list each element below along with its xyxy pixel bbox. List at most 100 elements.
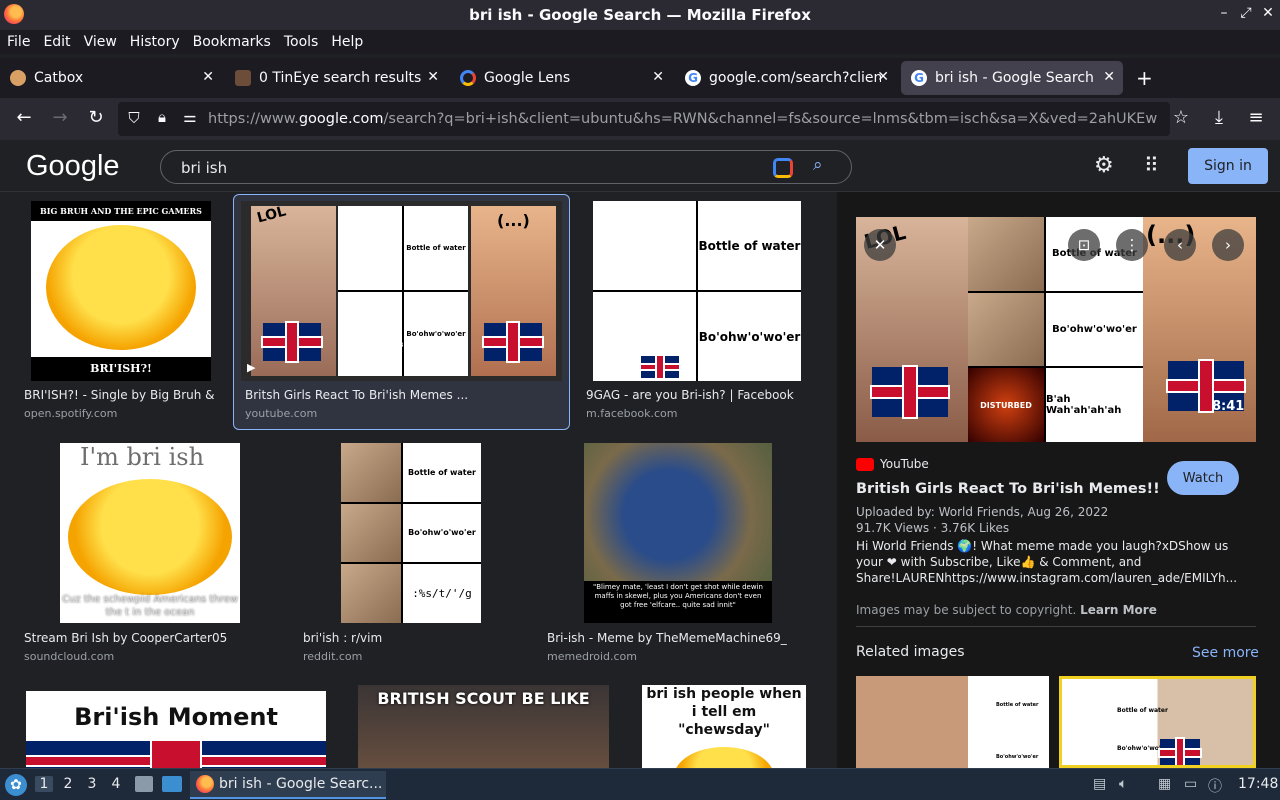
previous-icon[interactable]: ‹ (1164, 229, 1196, 261)
close-preview-icon[interactable]: ✕ (864, 229, 896, 261)
tab-label: Catbox (34, 70, 84, 86)
more-options-icon[interactable]: ⋮ (1116, 229, 1148, 261)
result-caption[interactable]: bri'ish : r/vim (303, 631, 483, 645)
settings-gear-icon[interactable]: ⚙ (1094, 153, 1114, 178)
menu-bookmarks[interactable]: Bookmarks (193, 34, 277, 50)
result-thumbnail[interactable]: Bottle of water Bo'ohw'o'wo'er LOL (...)… (241, 201, 562, 381)
workspace-4[interactable]: 4 (107, 776, 125, 792)
show-desktop-icon[interactable] (162, 776, 182, 792)
result-caption[interactable]: 9GAG - are you Bri-ish? | Facebook (586, 388, 816, 402)
tab-google-lens[interactable]: Google Lens ✕ (450, 61, 672, 95)
youtube-icon (856, 457, 874, 471)
menu-view[interactable]: View (84, 34, 123, 50)
workspace-2[interactable]: 2 (59, 776, 77, 792)
close-tab-icon[interactable]: ✕ (427, 69, 439, 85)
video-duration: 8:41 (1212, 399, 1245, 414)
menu-help[interactable]: Help (331, 34, 369, 50)
learn-more-link[interactable]: Learn More (1080, 603, 1157, 617)
network-icon[interactable]: ⓘ (1208, 776, 1222, 796)
source-name: YouTube (880, 457, 929, 471)
laughing-emoji-icon (674, 747, 774, 768)
see-more-link[interactable]: See more (1192, 645, 1259, 661)
tab-label: google.com/search?client= (709, 70, 881, 86)
result-thumbnail[interactable]: bri ish people when i tell em "chewsday" (642, 685, 806, 768)
google-logo[interactable]: Google (26, 150, 120, 183)
close-tab-icon[interactable]: ✕ (1103, 69, 1115, 85)
preview-image[interactable]: Bottle of water Bo'ohw'o'wo'er DISTURBED… (856, 217, 1256, 442)
union-jack-icon (872, 367, 948, 417)
lock-icon[interactable]: 🔒︎ (150, 108, 174, 126)
result-thumbnail[interactable]: Bri'ish Moment (26, 691, 326, 768)
file-manager-icon[interactable] (135, 776, 153, 792)
new-tab-button[interactable]: + (1136, 66, 1153, 90)
tray-menu-icon[interactable]: ▤ (1093, 776, 1106, 792)
display-icon[interactable]: ▭ (1184, 776, 1197, 792)
related-image[interactable]: Bottle of water Bo'ohw'o'wo'er (856, 676, 1049, 768)
taskbar-firefox-window[interactable]: bri ish - Google Searc... (190, 771, 386, 799)
restore-icon[interactable]: ⤢ (1236, 5, 1256, 21)
clipboard-icon[interactable]: ▦ (1158, 776, 1171, 792)
result-thumbnail[interactable]: BIG BRUH AND THE EPIC GAMERS BRI'ISH?! (31, 201, 211, 381)
source-row[interactable]: YouTube (856, 457, 929, 471)
permissions-icon[interactable]: ⚌ (178, 108, 202, 126)
lens-search-icon[interactable]: ⊡ (1068, 229, 1100, 261)
menu-tools[interactable]: Tools (284, 34, 325, 50)
tab-label: bri ish - Google Search (935, 70, 1094, 86)
shield-icon[interactable]: ⛉ (122, 109, 146, 127)
menu-file[interactable]: File (7, 34, 36, 50)
art-text: Cuz the schewpid Americans threw the t i… (62, 594, 238, 618)
next-icon[interactable]: › (1212, 229, 1244, 261)
minimize-icon[interactable]: – (1214, 5, 1234, 21)
meme-grid: Bottle of water Bo'ohw'o'wo'er (338, 206, 468, 376)
volume-icon[interactable]: 🔈︎ (1119, 776, 1127, 792)
video-stats: 91.7K Views · 3.76K Likes (856, 521, 1010, 535)
close-tab-icon[interactable]: ✕ (877, 69, 889, 85)
related-image[interactable]: Bottle of water Bo'ohw'o'wo'er (1059, 676, 1256, 768)
workspace-1[interactable]: 1 (35, 776, 53, 792)
sign-in-button[interactable]: Sign in (1188, 148, 1268, 184)
art-text: BRITISH SCOUT BE LIKE (377, 689, 590, 708)
close-window-icon[interactable]: ✕ (1258, 5, 1278, 21)
close-tab-icon[interactable]: ✕ (652, 69, 664, 85)
google-icon: G (911, 70, 927, 86)
search-input[interactable]: bri ish ⌕ (160, 150, 852, 184)
menu-edit[interactable]: Edit (43, 34, 76, 50)
result-caption[interactable]: Bri-ish - Meme by TheMemeMachine69_V.2 .… (547, 631, 787, 645)
reload-icon[interactable]: ↻ (84, 107, 108, 128)
url-bar[interactable]: ⛉ 🔒︎ ⚌ https://www.google.com/search?q=b… (118, 102, 1170, 136)
result-caption[interactable]: BRI'ISH?! - Single by Big Bruh & th... (24, 388, 218, 402)
back-icon[interactable]: ← (12, 107, 36, 128)
downloads-icon[interactable]: ⤓ (1207, 107, 1231, 128)
result-thumbnail[interactable]: Bottle of water Bo'ohw'o'wo'er :%s/t/'/g (341, 443, 481, 623)
tab-catbox[interactable]: Catbox ✕ (0, 61, 222, 95)
google-header: Google bri ish ⌕ ⚙ ⠿ Sign in (0, 140, 1280, 192)
video-title[interactable]: British Girls React To Bri'ish Memes!! (856, 481, 1160, 497)
search-icon[interactable]: ⌕ (813, 155, 823, 175)
result-thumbnail[interactable]: "Blimey mate, 'least I don't get shot wh… (584, 443, 772, 623)
result-caption[interactable]: Stream Bri Ish by CooperCarter05 ... (24, 631, 228, 645)
taskbar: ✿ 1 2 3 4 bri ish - Google Searc... ▤ 🔈︎… (0, 768, 1280, 800)
result-caption[interactable]: Britsh Girls React To Bri'ish Memes ... (245, 388, 561, 402)
tab-bri-ish-search[interactable]: G bri ish - Google Search ✕ (901, 61, 1123, 95)
result-source: reddit.com (303, 650, 363, 663)
workspace-3[interactable]: 3 (83, 776, 101, 792)
tab-bar: Catbox ✕ 0 TinEye search results ✕ Googl… (0, 58, 1280, 98)
close-tab-icon[interactable]: ✕ (202, 69, 214, 85)
result-thumbnail[interactable]: I'm bri ish Cuz the schewpid Americans t… (60, 443, 240, 623)
bookmark-star-icon[interactable]: ☆ (1169, 107, 1193, 128)
tab-google-search-client[interactable]: G google.com/search?client= ✕ (675, 61, 897, 95)
art-text: bri ish people when i tell em "chewsday" (646, 686, 802, 738)
google-apps-icon[interactable]: ⠿ (1144, 153, 1159, 177)
watch-button[interactable]: Watch (1167, 461, 1239, 495)
app-menu-icon[interactable]: ≡ (1244, 107, 1268, 128)
upload-info: Uploaded by: World Friends, Aug 26, 2022 (856, 505, 1109, 519)
task-label: bri ish - Google Searc... (219, 776, 383, 792)
start-menu-icon[interactable]: ✿ (5, 774, 27, 796)
result-thumbnail[interactable]: BRITISH SCOUT BE LIKE (358, 685, 609, 768)
google-lens-icon[interactable] (773, 158, 793, 178)
result-source: youtube.com (245, 407, 318, 420)
menu-history[interactable]: History (130, 34, 186, 50)
forward-icon[interactable]: → (48, 107, 72, 128)
result-thumbnail[interactable]: Bottle of water Bo'ohw'o'wo'er (593, 201, 801, 381)
tab-tineye[interactable]: 0 TinEye search results ✕ (225, 61, 447, 95)
